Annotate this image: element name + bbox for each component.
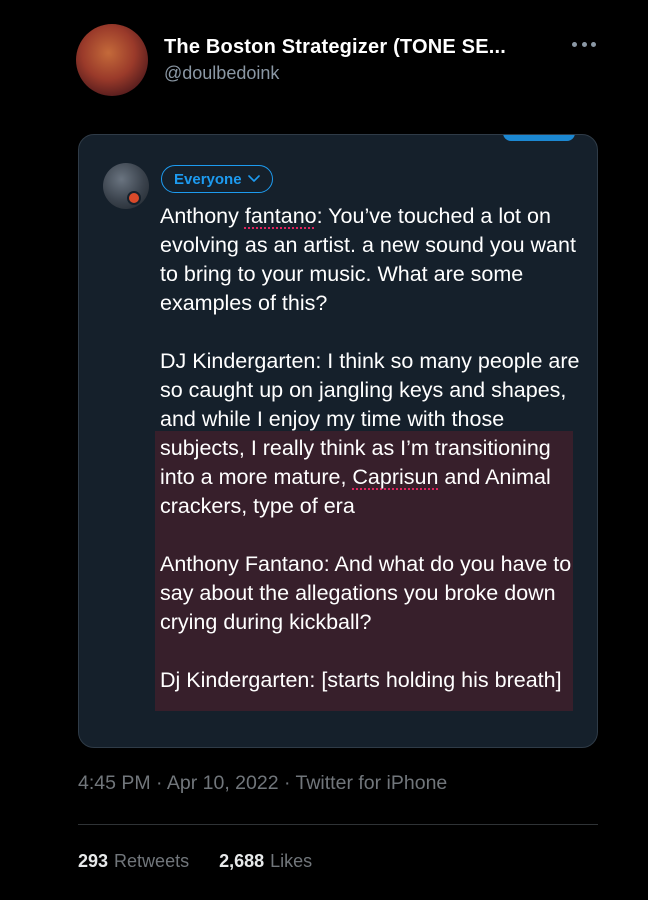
- embed-paragraph: Dj Kindergarten: [starts holding his bre…: [160, 668, 562, 692]
- embed-paragraph: Anthony fantano: You’ve touched a lot on…: [160, 204, 576, 315]
- embed-top-button-fragment: [503, 135, 575, 141]
- tweet-timestamp[interactable]: 4:45 PM · Apr 10, 2022 · Twitter for iPh…: [78, 772, 447, 795]
- spellcheck-flagged-word: fantano: [244, 204, 317, 228]
- chevron-down-icon: [247, 175, 260, 182]
- audience-selector[interactable]: Everyone: [161, 165, 273, 193]
- spellcheck-flagged-word: Caprisun: [352, 465, 439, 489]
- embed-text-body: Anthony fantano: You’ve touched a lot on…: [160, 202, 585, 695]
- embed-avatar: [103, 163, 149, 209]
- author-name[interactable]: The Boston Strategizer (TONE SE...: [164, 36, 506, 59]
- embed-paragraph: Anthony Fantano: And what do you have to…: [160, 552, 572, 634]
- author-avatar[interactable]: [76, 24, 148, 96]
- audience-label: Everyone: [174, 170, 242, 188]
- divider: [78, 824, 598, 825]
- retweets-stat[interactable]: 293 Retweets: [78, 851, 189, 872]
- author-handle[interactable]: @doulbedoink: [164, 63, 279, 84]
- embedded-screenshot[interactable]: Everyone Anthony fantano: You’ve touched…: [78, 134, 598, 748]
- embed-paragraph: DJ Kindergarten: I think so many people …: [160, 349, 580, 518]
- engagement-stats: 293 Retweets 2,688 Likes: [78, 851, 312, 872]
- more-horizontal-icon[interactable]: [570, 34, 598, 54]
- likes-stat[interactable]: 2,688 Likes: [219, 851, 312, 872]
- embed-avatar-badge: [127, 191, 141, 205]
